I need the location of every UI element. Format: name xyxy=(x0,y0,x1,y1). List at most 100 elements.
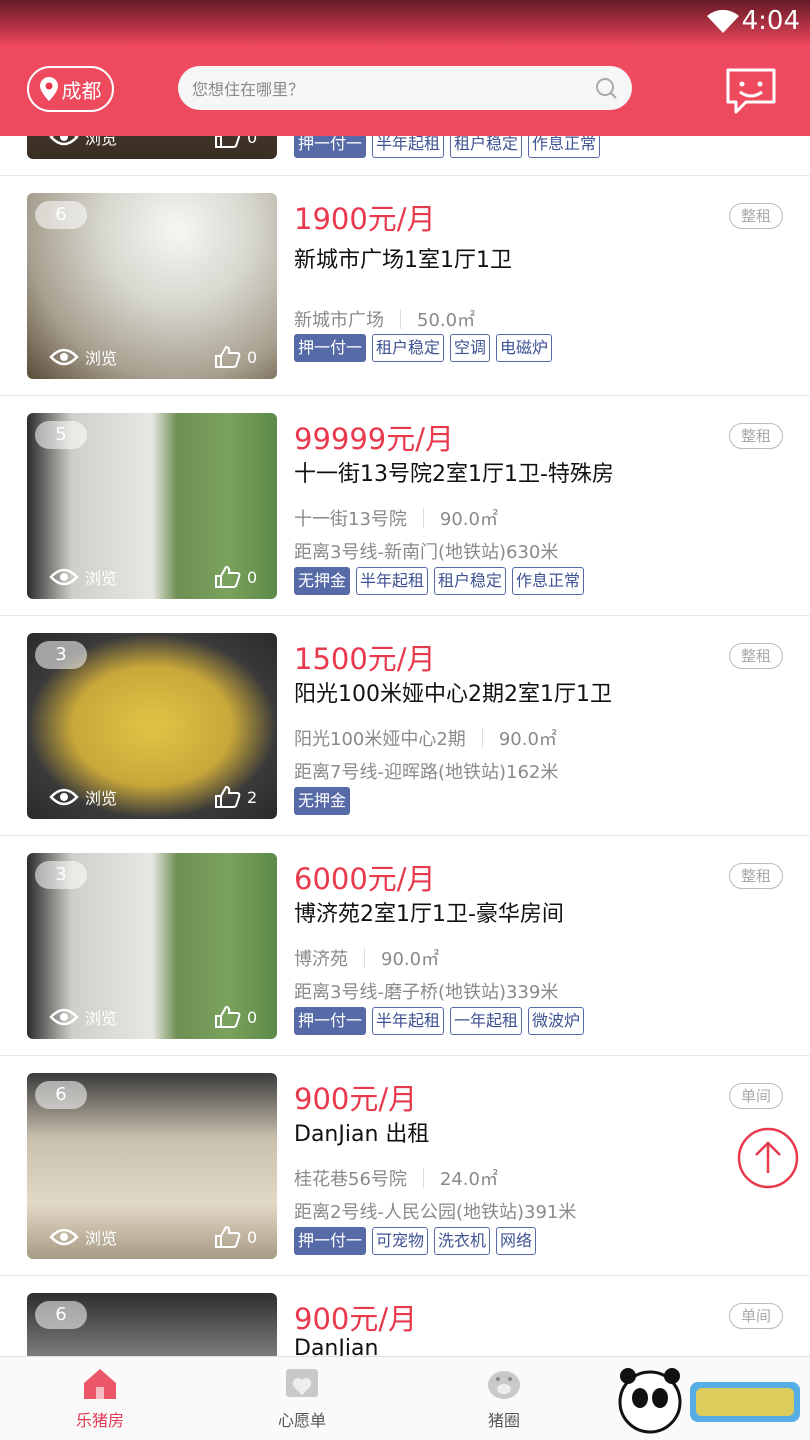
listing-title: 新城市广场1室1厅1卫 xyxy=(294,248,512,273)
scroll-to-top-button[interactable] xyxy=(737,1127,799,1189)
listing-card[interactable]: 6 浏览 0 900元/月 单间 DanJian 出租 桂花巷56号院 24.0㎡ 距离2号线-… xyxy=(0,1056,810,1276)
feature-tag: 租户稳定 xyxy=(372,334,445,362)
community-name: 桂花巷56号院 xyxy=(294,1169,407,1190)
eye-icon xyxy=(49,1228,79,1246)
views-label: 浏览 xyxy=(85,1229,118,1248)
likes-indicator: 0 xyxy=(213,345,257,369)
search-icon[interactable] xyxy=(594,76,618,100)
feature-tag: 无押金 xyxy=(294,787,351,815)
listing-area: 24.0㎡ xyxy=(439,1169,498,1190)
wifi-icon xyxy=(707,9,739,34)
feature-tag: 押一付一 xyxy=(294,1007,367,1035)
listing-price: 1900元/月 xyxy=(294,202,436,236)
nav-wishlist[interactable]: 心愿单 xyxy=(232,1365,372,1431)
tag-list: 押一付一 可宠物 洗衣机 网络 xyxy=(294,1227,542,1255)
rental-type-badge: 整租 xyxy=(729,423,783,449)
wishlist-icon xyxy=(286,1369,318,1397)
rental-type-badge: 整租 xyxy=(729,863,783,889)
feature-tag: 可宠物 xyxy=(372,1227,429,1255)
meta-divider xyxy=(422,508,424,528)
tag-list: 无押金 半年起租 租户稳定 作息正常 xyxy=(294,567,590,595)
feature-tag: 网络 xyxy=(496,1227,537,1255)
nav-wishlist-label: 心愿单 xyxy=(277,1411,326,1430)
views-indicator: 浏览 xyxy=(49,785,117,809)
search-placeholder: 您想住在哪里？ xyxy=(192,80,305,99)
feature-tag: 押一付一 xyxy=(294,1227,367,1255)
metro-distance: 距离7号线-迎晖路(地铁站)162米 xyxy=(294,762,559,783)
rental-type-badge: 单间 xyxy=(729,1083,783,1109)
thumbs-up-icon xyxy=(215,345,241,368)
city-selector-button[interactable]: 成都 xyxy=(27,66,114,112)
listing-card[interactable]: 3 浏览 0 6000元/月 整租 博济苑2室1厅1卫-豪华房间 博济苑 90.0㎡ 距离3号线… xyxy=(0,836,810,1056)
feature-tag: 作息正常 xyxy=(512,567,585,595)
community-name: 十一街13号院 xyxy=(294,509,407,530)
likes-count: 0 xyxy=(247,1227,258,1247)
photo-count-badge: 6 xyxy=(35,1081,87,1109)
nav-home-label: 乐猪房 xyxy=(75,1411,124,1430)
listing-price: 1500元/月 xyxy=(294,642,436,676)
community-name: 博济苑 xyxy=(294,949,348,970)
app-header: 4:04 成都 您想住在哪里？ xyxy=(0,0,810,136)
meta-divider xyxy=(481,728,483,748)
listing-photo[interactable]: 3 浏览 0 xyxy=(27,853,277,1039)
listing-meta: 桂花巷56号院 24.0㎡ xyxy=(294,1165,498,1191)
meta-divider xyxy=(400,309,401,329)
rental-type-badge: 整租 xyxy=(729,203,783,229)
likes-count: 0 xyxy=(247,347,258,367)
listing-price: 6000元/月 xyxy=(294,862,436,896)
listing-meta: 十一街13号院 90.0㎡ xyxy=(294,505,498,531)
listing-card[interactable]: 5 浏览 0 99999元/月 整租 十一街13号院2室1厅1卫-特殊房 十一街13号院 90… xyxy=(0,396,810,616)
listing-title: 阳光100米娅中心2期2室1厅1卫 xyxy=(294,682,612,707)
message-icon[interactable] xyxy=(724,66,778,114)
listing-price: 99999元/月 xyxy=(294,422,455,456)
views-indicator: 浏览 xyxy=(49,1005,117,1029)
listing-area: 50.0㎡ xyxy=(417,310,476,331)
likes-count: 0 xyxy=(247,567,258,587)
photo-count-badge: 6 xyxy=(35,1301,87,1329)
eye-icon xyxy=(49,348,79,366)
views-indicator: 浏览 xyxy=(49,345,117,369)
listing-title: 博济苑2室1厅1卫-豪华房间 xyxy=(294,902,564,927)
likes-indicator: 0 xyxy=(213,1005,257,1029)
feature-tag: 洗衣机 xyxy=(434,1227,491,1255)
feature-tag: 租户稳定 xyxy=(434,567,507,595)
views-indicator: 浏览 xyxy=(49,565,117,589)
listing-price: 900元/月 xyxy=(294,1082,418,1116)
photo-count-badge: 3 xyxy=(35,861,87,889)
views-label: 浏览 xyxy=(85,569,118,588)
house-icon xyxy=(84,1369,116,1399)
eye-icon xyxy=(49,568,79,586)
listing-photo[interactable]: 6 浏览 0 xyxy=(27,193,277,379)
nav-circle[interactable]: 猪圈 xyxy=(434,1365,574,1431)
nav-home[interactable]: 乐猪房 xyxy=(30,1365,170,1431)
listing-title: DanJian 出租 xyxy=(294,1122,430,1147)
likes-indicator: 2 xyxy=(213,785,257,809)
eye-icon xyxy=(49,1008,79,1026)
nav-circle-label: 猪圈 xyxy=(487,1411,520,1430)
feature-tag: 空调 xyxy=(450,334,491,362)
likes-count: 2 xyxy=(247,787,258,807)
feature-tag: 电磁炉 xyxy=(496,334,553,362)
listing-meta: 新城市广场 50.0㎡ xyxy=(294,306,475,332)
search-input[interactable]: 您想住在哪里？ xyxy=(178,66,632,110)
pig-icon xyxy=(488,1371,520,1399)
tag-list: 押一付一 半年起租 一年起租 微波炉 xyxy=(294,1007,590,1035)
photo-count-badge: 6 xyxy=(35,201,87,229)
likes-indicator: 0 xyxy=(213,565,257,589)
listing-photo[interactable]: 3 浏览 2 xyxy=(27,633,277,819)
listing-meta: 阳光100米娅中心2期 90.0㎡ xyxy=(294,725,557,751)
listing-area: 90.0㎡ xyxy=(498,729,557,750)
listing-photo[interactable]: 5 浏览 0 xyxy=(27,413,277,599)
app-root: 浏览 0 押一付一 半年起租 租户稳定 作息正常 6 浏览 0 1900元/月 整租 新城市广场1室1… xyxy=(0,0,810,1440)
views-label: 浏览 xyxy=(85,1009,118,1028)
listing-card[interactable]: 6 浏览 0 1900元/月 整租 新城市广场1室1厅1卫 新城市广场 50.0㎡ 押一付一 租户… xyxy=(0,176,810,396)
location-pin-icon xyxy=(39,77,58,101)
city-label: 成都 xyxy=(61,78,102,103)
community-name: 新城市广场 xyxy=(294,310,384,331)
feature-tag: 微波炉 xyxy=(528,1007,585,1035)
listing-photo[interactable]: 6 浏览 0 xyxy=(27,1073,277,1259)
tag-list: 无押金 xyxy=(294,787,356,815)
views-indicator: 浏览 xyxy=(49,1225,117,1249)
likes-count: 0 xyxy=(247,1007,258,1027)
listing-card[interactable]: 3 浏览 2 1500元/月 整租 阳光100米娅中心2期2室1厅1卫 阳光100米娅中心2… xyxy=(0,616,810,836)
